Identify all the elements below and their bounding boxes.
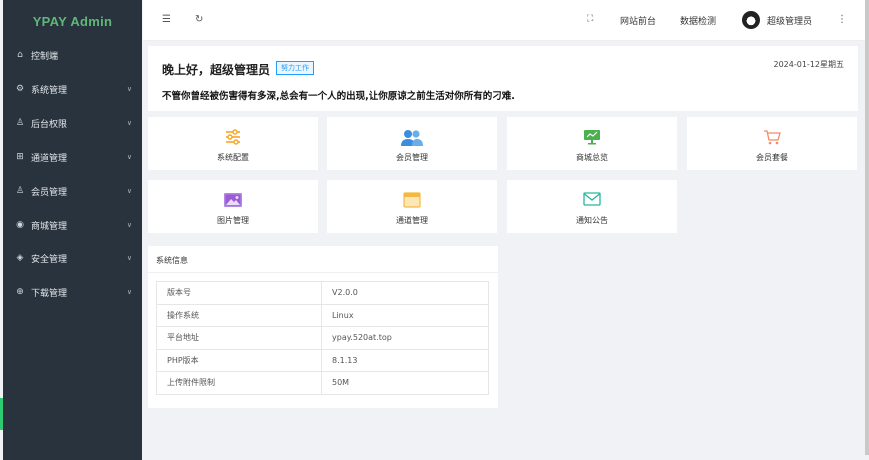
sidebar-item-downloads[interactable]: ⊕ 下载管理 ∨ bbox=[3, 278, 142, 306]
shortcut-label: 系统配置 bbox=[217, 153, 249, 162]
sidebar-item-label: 安全管理 bbox=[31, 254, 68, 265]
shortcut-system-config[interactable]: 系统配置 bbox=[148, 117, 318, 170]
shortcut-label: 会员套餐 bbox=[756, 153, 788, 162]
sidebar-item-label: 系统管理 bbox=[31, 85, 68, 96]
window-icon bbox=[327, 192, 497, 211]
sidebar-item-channels[interactable]: ⊞ 通道管理 ∨ bbox=[3, 143, 142, 171]
info-key: 上传附件限制 bbox=[156, 371, 322, 395]
sidebar-item-label: 商城管理 bbox=[31, 221, 68, 232]
chevron-down-icon: ∨ bbox=[126, 85, 132, 93]
image-icon bbox=[148, 192, 318, 211]
cart-icon bbox=[687, 129, 857, 148]
top-header: ☰ ↻ ⛶ 网站前台 数据检测 超级管理员 ⋮ bbox=[143, 0, 865, 41]
sidebar-item-members[interactable]: ♙ 会员管理 ∨ bbox=[3, 177, 142, 205]
shortcut-label: 通知公告 bbox=[576, 216, 608, 225]
site-frontend-link[interactable]: 网站前台 bbox=[620, 14, 656, 27]
sidebar-edge-handle[interactable] bbox=[0, 398, 3, 430]
motto-text: 不管你曾经被伤害得有多深,总会有一个人的出现,让你原谅之前生活对你所有的刁难. bbox=[162, 91, 515, 102]
chevron-down-icon: ∨ bbox=[126, 119, 132, 127]
sidebar-item-admin-permissions[interactable]: ♙ 后台权限 ∨ bbox=[3, 109, 142, 137]
sidebar-item-security[interactable]: ◈ 安全管理 ∨ bbox=[3, 244, 142, 272]
page-scrollbar[interactable] bbox=[865, 0, 869, 455]
shortcut-label: 通道管理 bbox=[396, 216, 428, 225]
sidebar-item-mall[interactable]: ◉ 商城管理 ∨ bbox=[3, 211, 142, 239]
target-icon: ◉ bbox=[16, 220, 24, 230]
download-icon: ⊕ bbox=[16, 287, 24, 297]
sidebar-item-label: 下载管理 bbox=[31, 288, 68, 299]
user-icon: ♙ bbox=[15, 186, 25, 196]
avatar[interactable] bbox=[742, 11, 760, 29]
monitor-icon bbox=[507, 129, 677, 148]
info-key: PHP版本 bbox=[156, 348, 322, 372]
info-key: 版本号 bbox=[156, 281, 322, 305]
gear-icon: ⚙ bbox=[15, 84, 25, 94]
info-value: 8.1.13 bbox=[321, 348, 489, 372]
chevron-down-icon: ∨ bbox=[126, 153, 132, 161]
home-icon: ⌂ bbox=[17, 50, 23, 60]
info-value: V2.0.0 bbox=[321, 281, 489, 305]
sidebar-item-label: 控制端 bbox=[31, 51, 59, 62]
shortcut-member-packages[interactable]: 会员套餐 bbox=[687, 117, 857, 170]
app-logo-title: YPAY Admin bbox=[32, 14, 113, 29]
info-value: Linux bbox=[321, 303, 489, 327]
system-info-panel: 系统信息 版本号 V2.0.0 操作系统 Linux 平台地址 ypay.520… bbox=[148, 246, 498, 408]
system-info-table: 版本号 V2.0.0 操作系统 Linux 平台地址 ypay.520at.to… bbox=[156, 281, 489, 395]
user-icon: ♙ bbox=[15, 118, 25, 128]
chevron-down-icon: ∨ bbox=[126, 187, 132, 195]
sidebar-item-system[interactable]: ⚙ 系统管理 ∨ bbox=[3, 75, 142, 103]
table-row: 操作系统 Linux bbox=[156, 303, 489, 327]
info-value: 50M bbox=[321, 371, 489, 395]
shortcut-label: 图片管理 bbox=[217, 216, 249, 225]
info-key: 平台地址 bbox=[156, 326, 322, 350]
table-row: 版本号 V2.0.0 bbox=[156, 281, 489, 305]
channel-icon: ⊞ bbox=[16, 152, 24, 162]
mail-icon bbox=[507, 192, 677, 209]
sliders-icon bbox=[148, 129, 318, 148]
sidebar-item-label: 会员管理 bbox=[31, 187, 68, 198]
table-row: 平台地址 ypay.520at.top bbox=[156, 326, 489, 350]
table-row: PHP版本 8.1.13 bbox=[156, 348, 489, 372]
sidebar-item-dashboard[interactable]: ⌂ 控制端 bbox=[3, 41, 142, 69]
divider bbox=[148, 272, 498, 273]
table-row: 上传附件限制 50M bbox=[156, 371, 489, 395]
username-label[interactable]: 超级管理员 bbox=[767, 14, 812, 27]
info-value: ypay.520at.top bbox=[321, 326, 489, 350]
shortcut-notices[interactable]: 通知公告 bbox=[507, 180, 677, 233]
chevron-down-icon: ∨ bbox=[126, 221, 132, 229]
shortcut-member-management[interactable]: 会员管理 bbox=[327, 117, 497, 170]
shortcut-channel-management[interactable]: 通道管理 bbox=[327, 180, 497, 233]
panel-title: 系统信息 bbox=[156, 256, 188, 265]
more-vertical-icon[interactable]: ⋮ bbox=[837, 14, 847, 25]
chevron-down-icon: ∨ bbox=[126, 254, 132, 262]
greeting-title: 晚上好，超级管理员 bbox=[162, 63, 271, 77]
data-check-link[interactable]: 数据检测 bbox=[680, 14, 716, 27]
chevron-down-icon: ∨ bbox=[126, 288, 132, 296]
sidebar: YPAY Admin ⌂ 控制端 ⚙ 系统管理 ∨ ♙ 后台权限 ∨ ⊞ 通道管… bbox=[3, 0, 142, 460]
refresh-icon[interactable]: ↻ bbox=[195, 14, 203, 25]
current-date: 2024-01-12星期五 bbox=[773, 60, 845, 69]
shortcut-image-management[interactable]: 图片管理 bbox=[148, 180, 318, 233]
sidebar-item-label: 后台权限 bbox=[31, 119, 68, 130]
shortcut-label: 会员管理 bbox=[396, 153, 428, 162]
status-badge: 努力工作 bbox=[276, 61, 314, 75]
shortcut-mall-overview[interactable]: 商城总览 bbox=[507, 117, 677, 170]
sidebar-item-label: 通道管理 bbox=[31, 153, 68, 164]
menu-toggle-icon[interactable]: ☰ bbox=[162, 14, 171, 25]
shortcut-label: 商城总览 bbox=[576, 153, 608, 162]
welcome-panel: 晚上好，超级管理员 努力工作 2024-01-12星期五 不管你曾经被伤害得有多… bbox=[148, 46, 858, 111]
diamond-icon: ◈ bbox=[16, 253, 24, 263]
info-key: 操作系统 bbox=[156, 303, 322, 327]
users-icon bbox=[327, 129, 497, 150]
fullscreen-icon[interactable]: ⛶ bbox=[587, 14, 593, 24]
